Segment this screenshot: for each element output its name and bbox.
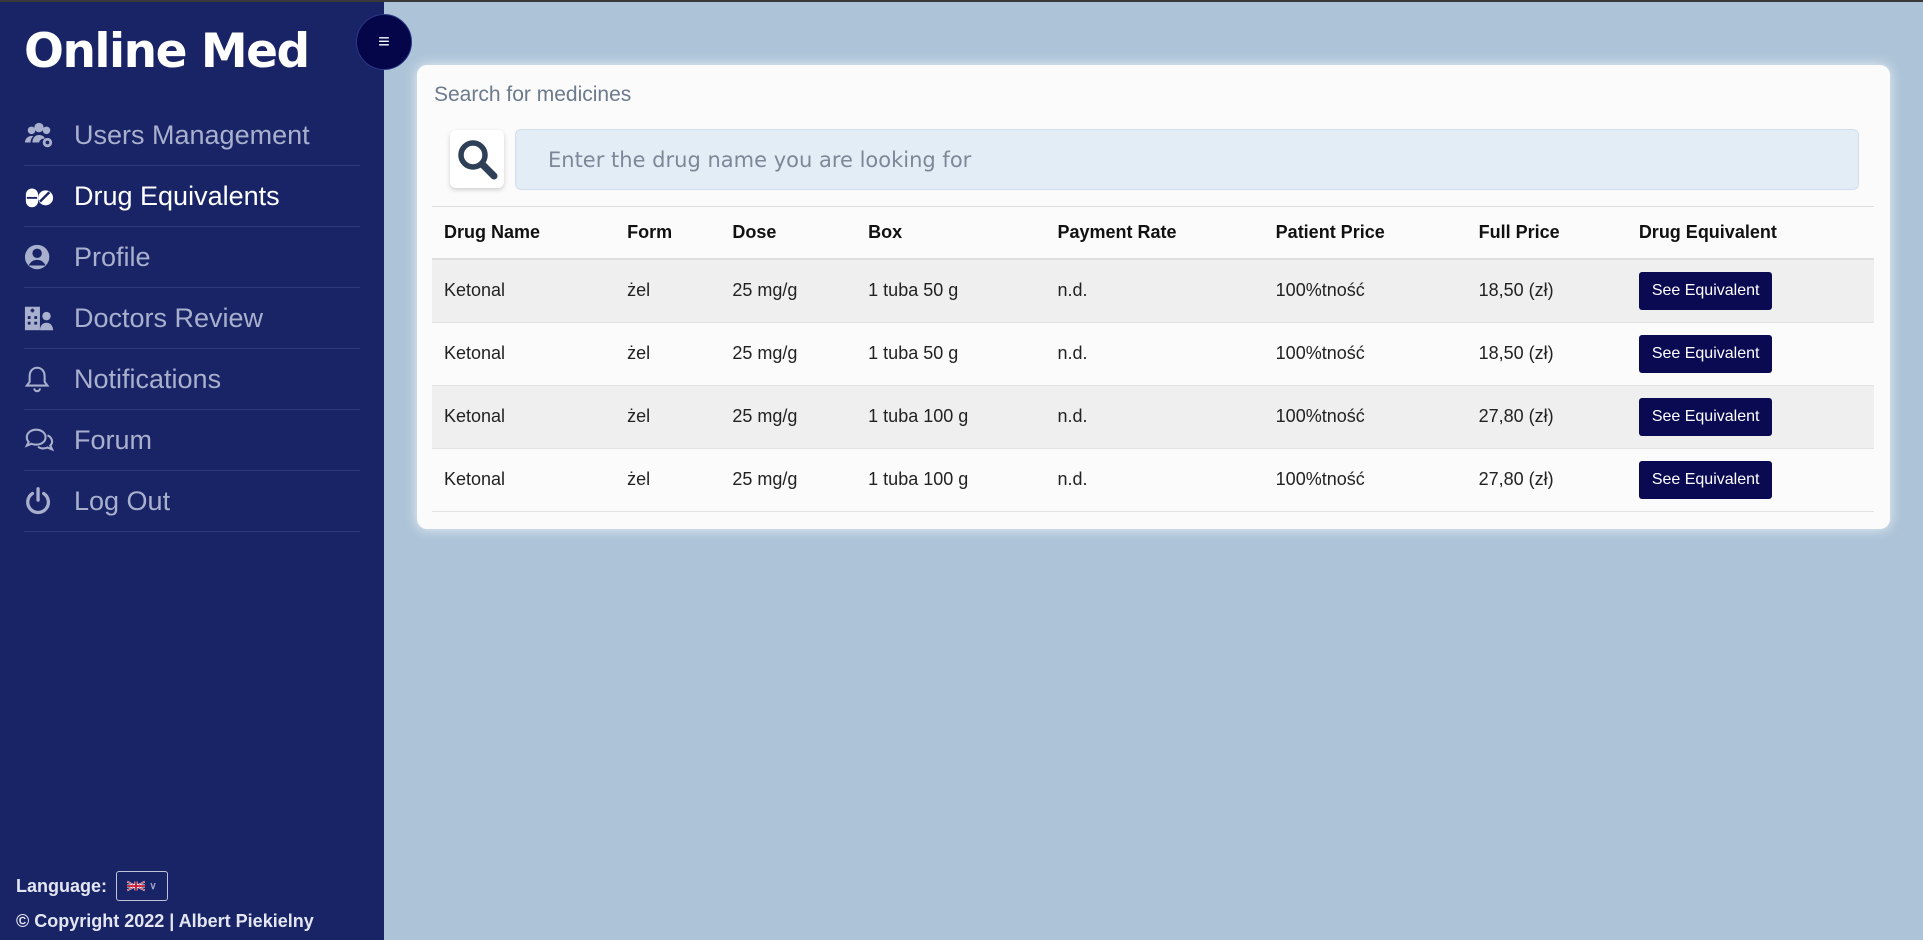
column-header-drug-equivalent: Drug Equivalent	[1626, 207, 1874, 260]
sidebar-item-label: Notifications	[74, 363, 222, 394]
column-header-drug-name: Drug Name	[432, 207, 616, 260]
column-header-full-price: Full Price	[1466, 207, 1627, 260]
cell-patient-price: 100%tność	[1263, 259, 1467, 323]
sidebar-item-doctors-review[interactable]: Doctors Review	[24, 288, 360, 349]
sidebar-item-label: Doctors Review	[74, 302, 264, 333]
cell-form: żel	[615, 259, 721, 323]
table-row: Ketonal żel 25 mg/g 1 tuba 50 g n.d. 100…	[432, 322, 1874, 386]
sidebar-item-forum[interactable]: Forum	[24, 410, 360, 471]
cell-box: 1 tuba 100 g	[856, 385, 1046, 449]
cell-patient-price: 100%tność	[1263, 385, 1467, 449]
cell-patient-price: 100%tność	[1263, 322, 1467, 386]
pills-icon	[24, 179, 74, 213]
table-row: Ketonal żel 25 mg/g 1 tuba 100 g n.d. 10…	[432, 385, 1874, 449]
results-table: Drug Name Form Dose Box Payment Rate Pat…	[432, 206, 1874, 512]
brand-title: Online Med	[24, 24, 310, 79]
cell-full-price: 18,50 (zł)	[1466, 259, 1627, 323]
cell-drug-equivalent: See Equivalent	[1626, 448, 1874, 512]
chevron-down-icon: ∨	[149, 880, 157, 892]
cell-box: 1 tuba 50 g	[856, 322, 1046, 386]
menu-icon: ≡	[378, 30, 390, 53]
language-label: Language:	[16, 875, 108, 896]
sidebar-toggle-button[interactable]: ≡	[356, 14, 412, 70]
cell-dose: 25 mg/g	[720, 448, 857, 512]
cell-form: żel	[615, 448, 721, 512]
cell-drug-name: Ketonal	[432, 385, 616, 449]
column-header-form: Form	[615, 207, 721, 260]
cell-drug-equivalent: See Equivalent	[1626, 385, 1874, 449]
language-row: Language: ∨	[16, 871, 314, 901]
cell-full-price: 27,80 (zł)	[1466, 448, 1627, 512]
cell-dose: 25 mg/g	[720, 259, 857, 323]
bell-icon	[24, 362, 74, 396]
power-icon	[24, 484, 74, 518]
cell-payment-rate: n.d.	[1045, 385, 1264, 449]
sidebar-item-label: Users Management	[74, 119, 310, 150]
sidebar-item-profile[interactable]: Profile	[24, 227, 360, 288]
cell-form: żel	[615, 322, 721, 386]
column-header-dose: Dose	[720, 207, 857, 260]
hospital-user-icon	[24, 301, 74, 335]
see-equivalent-button[interactable]: See Equivalent	[1638, 334, 1773, 373]
cell-drug-name: Ketonal	[432, 322, 616, 386]
search-button[interactable]	[450, 130, 504, 188]
cell-payment-rate: n.d.	[1045, 448, 1264, 512]
sidebar-item-label: Forum	[74, 424, 153, 455]
sidebar: Online Med Users Management Drug Equival…	[0, 2, 384, 940]
cell-full-price: 18,50 (zł)	[1466, 322, 1627, 386]
column-header-box: Box	[856, 207, 1046, 260]
uk-flag-icon	[127, 880, 146, 892]
column-header-patient-price: Patient Price	[1263, 207, 1467, 260]
copyright-text: © Copyright 2022 | Albert Piekielny	[16, 911, 314, 931]
sidebar-nav: Users Management Drug Equivalents Profil…	[24, 105, 360, 532]
language-select[interactable]: ∨	[116, 871, 169, 901]
cell-box: 1 tuba 50 g	[856, 259, 1046, 323]
sidebar-item-notifications[interactable]: Notifications	[24, 349, 360, 410]
sidebar-item-drug-equivalents[interactable]: Drug Equivalents	[24, 166, 360, 227]
medicine-search-card: Search for medicines Drug Name Form Dose…	[417, 65, 1890, 529]
cell-payment-rate: n.d.	[1045, 259, 1264, 323]
cell-payment-rate: n.d.	[1045, 322, 1264, 386]
cell-box: 1 tuba 100 g	[856, 448, 1046, 512]
table-row: Ketonal żel 25 mg/g 1 tuba 50 g n.d. 100…	[432, 259, 1874, 323]
sidebar-item-label: Profile	[74, 241, 151, 272]
users-cog-icon	[24, 118, 74, 152]
sidebar-item-label: Drug Equivalents	[74, 180, 280, 211]
cell-form: żel	[615, 385, 721, 449]
cell-drug-name: Ketonal	[432, 259, 616, 323]
sidebar-item-users-management[interactable]: Users Management	[24, 105, 360, 166]
see-equivalent-button[interactable]: See Equivalent	[1638, 397, 1773, 436]
sidebar-footer: Language: ∨ © Copyright 2022 | Albert Pi…	[16, 871, 314, 932]
comments-icon	[24, 423, 74, 457]
cell-drug-equivalent: See Equivalent	[1626, 322, 1874, 386]
column-header-payment-rate: Payment Rate	[1045, 207, 1264, 260]
table-header-row: Drug Name Form Dose Box Payment Rate Pat…	[432, 207, 1874, 260]
cell-patient-price: 100%tność	[1263, 448, 1467, 512]
see-equivalent-button[interactable]: See Equivalent	[1638, 460, 1773, 499]
card-title: Search for medicines	[434, 83, 632, 106]
user-circle-icon	[24, 240, 74, 274]
cell-drug-name: Ketonal	[432, 448, 616, 512]
cell-drug-equivalent: See Equivalent	[1626, 259, 1874, 323]
cell-full-price: 27,80 (zł)	[1466, 385, 1627, 449]
search-icon	[458, 140, 498, 180]
table-row: Ketonal żel 25 mg/g 1 tuba 100 g n.d. 10…	[432, 448, 1874, 512]
cell-dose: 25 mg/g	[720, 322, 857, 386]
cell-dose: 25 mg/g	[720, 385, 857, 449]
search-input[interactable]	[515, 129, 1859, 190]
see-equivalent-button[interactable]: See Equivalent	[1638, 271, 1773, 310]
sidebar-item-label: Log Out	[74, 485, 171, 516]
sidebar-item-log-out[interactable]: Log Out	[24, 471, 360, 532]
